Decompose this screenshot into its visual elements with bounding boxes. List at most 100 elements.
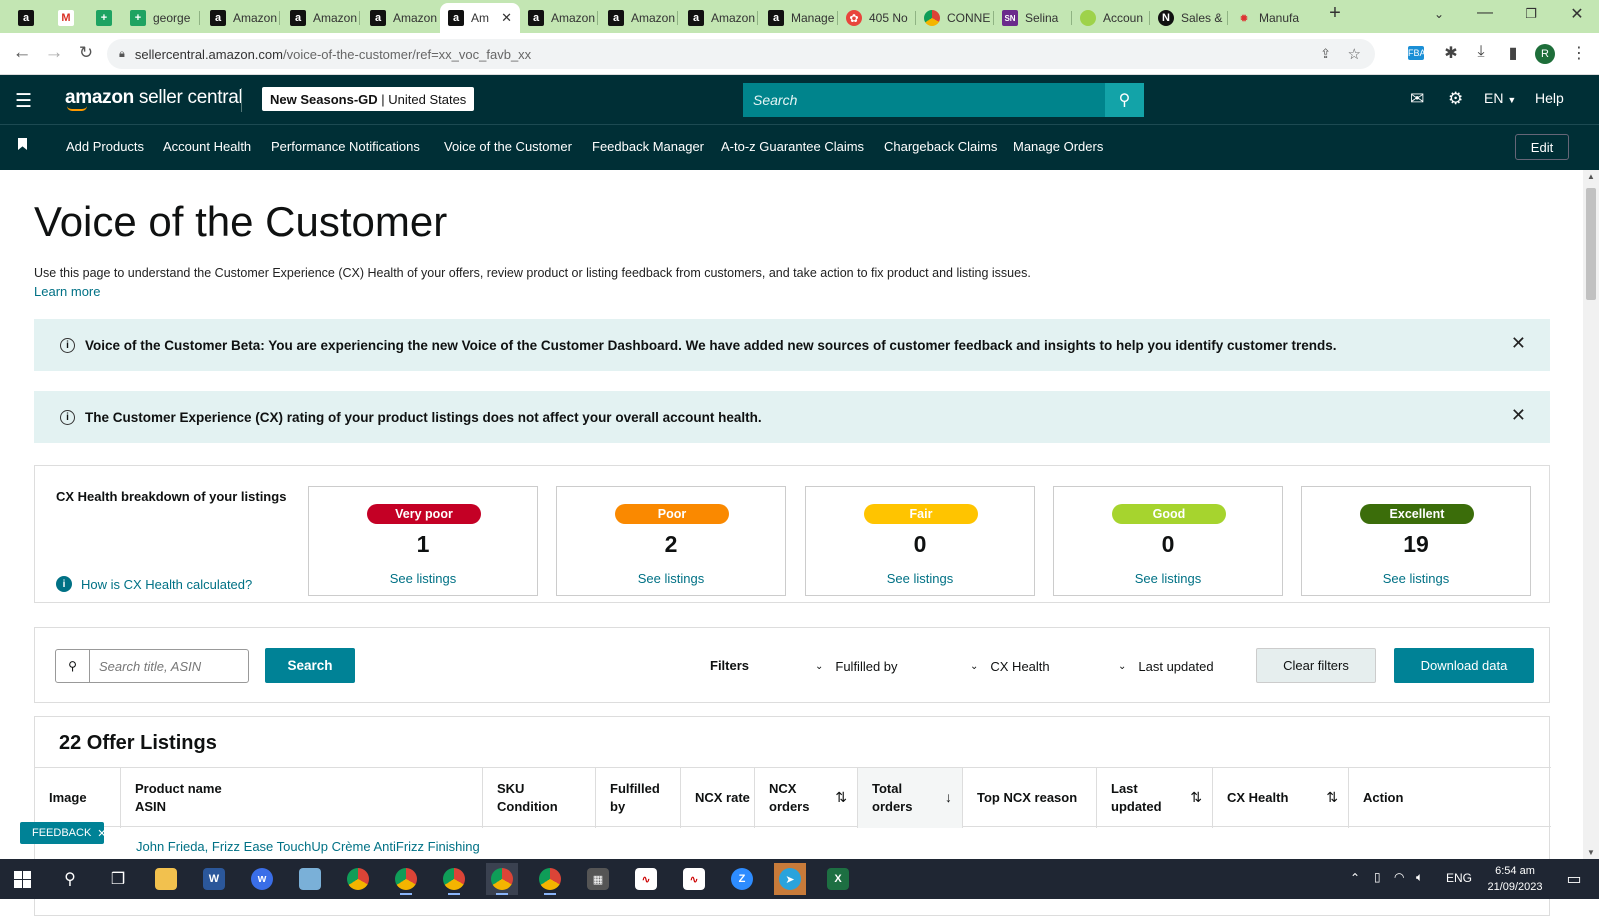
- mail-icon[interactable]: ✉: [1410, 89, 1424, 109]
- volume-icon[interactable]: 🔈︎: [1416, 870, 1423, 885]
- browser-tab[interactable]: a Amazon: [520, 5, 598, 31]
- settings-gear-icon[interactable]: ⚙: [1448, 89, 1463, 109]
- chrome-profile-icon[interactable]: [390, 863, 422, 895]
- browser-tab-active[interactable]: a Am ✕: [440, 3, 520, 33]
- browser-menu-icon[interactable]: ⋮: [1568, 43, 1590, 63]
- forward-arrow-icon[interactable]: →: [42, 42, 66, 64]
- browser-tab[interactable]: ✿ 405 No: [838, 5, 916, 31]
- edit-nav-button[interactable]: Edit: [1515, 134, 1569, 160]
- battery-icon[interactable]: ▯: [1374, 870, 1381, 884]
- amazon-seller-central-logo[interactable]: amazon seller central: [65, 87, 243, 111]
- excel-icon[interactable]: X: [822, 863, 854, 895]
- bookmark-star-icon[interactable]: ☆: [1348, 45, 1361, 63]
- search-button[interactable]: Search: [265, 648, 355, 683]
- language-indicator[interactable]: ENG: [1446, 871, 1472, 885]
- new-tab-icon[interactable]: +: [1320, 2, 1350, 25]
- browser-tab[interactable]: CONNE: [916, 5, 994, 31]
- windows-start-icon[interactable]: [6, 863, 38, 895]
- header-search-button[interactable]: ⚲: [1105, 83, 1144, 117]
- page-scrollbar[interactable]: ▲ ▼: [1583, 170, 1599, 859]
- notes-app-icon[interactable]: [294, 863, 326, 895]
- telegram-icon[interactable]: ➤: [774, 863, 806, 895]
- zoom-icon[interactable]: Z: [726, 863, 758, 895]
- sort-icon[interactable]: ⇅: [1190, 788, 1202, 806]
- restore-icon[interactable]: ❐: [1516, 6, 1546, 22]
- bookmark-icon[interactable]: [18, 138, 27, 150]
- nav-chargeback-claims[interactable]: Chargeback Claims: [884, 139, 997, 154]
- clear-filters-button[interactable]: Clear filters: [1256, 648, 1376, 683]
- close-icon[interactable]: ✕: [97, 827, 106, 840]
- chrome-profile-icon[interactable]: [342, 863, 374, 895]
- nav-account-health[interactable]: Account Health: [163, 139, 251, 154]
- browser-tab[interactable]: Accoun: [1072, 5, 1150, 31]
- browser-tab[interactable]: ✹ Manufa: [1228, 5, 1306, 31]
- download-data-button[interactable]: Download data: [1394, 648, 1534, 683]
- browser-tab[interactable]: a: [10, 5, 44, 31]
- minimize-icon[interactable]: —: [1470, 4, 1500, 22]
- help-link[interactable]: Help: [1535, 90, 1564, 106]
- nav-voice-of-the-customer[interactable]: Voice of the Customer: [444, 139, 572, 154]
- side-panel-icon[interactable]: ▮: [1502, 43, 1524, 63]
- file-explorer-icon[interactable]: [150, 863, 182, 895]
- chrome-profile-icon[interactable]: [534, 863, 566, 895]
- learn-more-link[interactable]: Learn more: [34, 284, 100, 299]
- see-listings-link[interactable]: See listings: [557, 571, 785, 586]
- nav-manage-orders[interactable]: Manage Orders: [1013, 139, 1103, 154]
- notifications-icon[interactable]: ▭: [1558, 863, 1590, 895]
- download-icon[interactable]: ⤓: [1470, 43, 1492, 61]
- browser-tab[interactable]: +: [88, 5, 122, 31]
- calculator-icon[interactable]: ▦: [582, 863, 614, 895]
- system-clock[interactable]: 6:54 am 21/09/2023: [1480, 863, 1550, 895]
- chrome-active-icon[interactable]: [486, 863, 518, 895]
- language-selector[interactable]: EN ▼: [1484, 90, 1516, 106]
- profile-avatar[interactable]: R: [1535, 44, 1555, 64]
- fulfilled-by-dropdown[interactable]: ⌄ Fulfilled by: [815, 659, 898, 674]
- browser-tab[interactable]: SN Selina: [994, 5, 1072, 31]
- product-name-link[interactable]: John Frieda, Frizz Ease TouchUp Crème An…: [136, 839, 480, 854]
- last-updated-dropdown[interactable]: ⌄ Last updated: [1118, 659, 1214, 674]
- share-icon[interactable]: ⇪: [1320, 46, 1331, 62]
- see-listings-link[interactable]: See listings: [1302, 571, 1530, 586]
- wifi-icon[interactable]: ◠: [1394, 870, 1404, 884]
- see-listings-link[interactable]: See listings: [806, 571, 1034, 586]
- show-hidden-icons-chevron-icon[interactable]: ⌃: [1350, 871, 1360, 885]
- taskbar-search-icon[interactable]: ⚲: [54, 863, 86, 895]
- close-icon[interactable]: ✕: [1511, 405, 1526, 426]
- tab-search-chevron-icon[interactable]: ⌄: [1424, 7, 1454, 21]
- nav-add-products[interactable]: Add Products: [66, 139, 144, 154]
- see-listings-link[interactable]: See listings: [1054, 571, 1282, 586]
- close-icon[interactable]: ✕: [1511, 333, 1526, 354]
- browser-tab[interactable]: a Amazon: [282, 5, 360, 31]
- column-header-total-orders[interactable]: Total orders ↓: [857, 768, 962, 828]
- browser-tab[interactable]: a Amazon: [680, 5, 758, 31]
- column-header-cx-health[interactable]: CX Health ⇅: [1212, 768, 1348, 828]
- cx-health-dropdown[interactable]: ⌄ CX Health: [970, 659, 1050, 674]
- window-close-icon[interactable]: ✕: [1562, 4, 1592, 24]
- back-arrow-icon[interactable]: ←: [10, 42, 34, 64]
- sort-descending-icon[interactable]: ↓: [945, 788, 952, 806]
- column-header-last-updated[interactable]: Last updated ⇅: [1096, 768, 1212, 828]
- chrome-profile-icon[interactable]: [438, 863, 470, 895]
- feedback-tab[interactable]: FEEDBACK ✕: [20, 822, 107, 844]
- browser-tab[interactable]: a Amazon: [362, 5, 440, 31]
- browser-tab[interactable]: N Sales &: [1150, 5, 1228, 31]
- extensions-puzzle-icon[interactable]: ✱: [1440, 43, 1462, 63]
- nav-performance-notifications[interactable]: Performance Notifications: [271, 139, 420, 154]
- browser-tab[interactable]: a Manage: [760, 5, 838, 31]
- fba-extension-icon[interactable]: FBA: [1408, 46, 1426, 60]
- sort-icon[interactable]: ⇅: [835, 788, 847, 806]
- column-header-ncx-orders[interactable]: NCX orders ⇅: [754, 768, 857, 828]
- scrollbar-thumb[interactable]: [1586, 188, 1596, 300]
- sort-icon[interactable]: ⇅: [1326, 788, 1338, 806]
- task-view-icon[interactable]: ❒: [102, 863, 134, 895]
- nav-feedback-manager[interactable]: Feedback Manager: [592, 139, 704, 154]
- reload-icon[interactable]: ↻: [74, 43, 98, 63]
- app-icon[interactable]: ∿: [630, 863, 662, 895]
- url-field[interactable]: 🔒︎ sellercentral.amazon.com/voice-of-the…: [107, 39, 1375, 69]
- browser-tab[interactable]: a Amazon: [600, 5, 678, 31]
- browser-tab[interactable]: M: [50, 5, 84, 31]
- close-tab-icon[interactable]: ✕: [501, 10, 512, 26]
- scroll-up-arrow-icon[interactable]: ▲: [1587, 172, 1595, 181]
- app-icon[interactable]: w: [246, 863, 278, 895]
- account-switcher[interactable]: New Seasons-GD | United States: [262, 87, 475, 111]
